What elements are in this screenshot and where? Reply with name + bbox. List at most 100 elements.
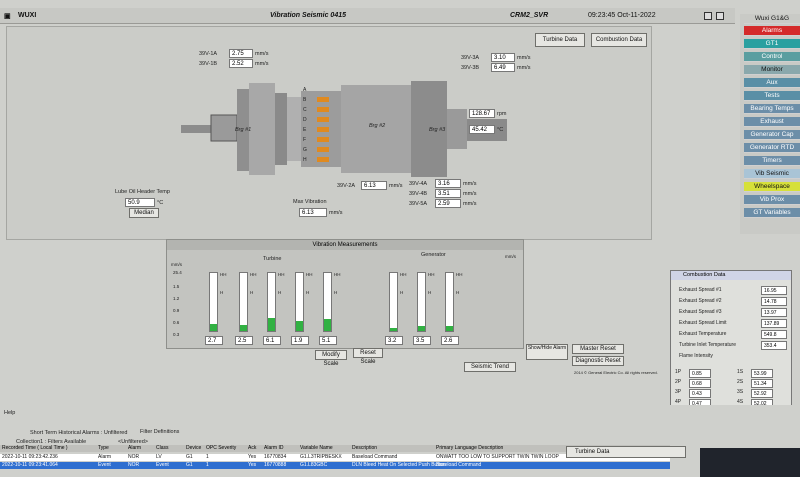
alarm-column-header[interactable]: Recorded Time ( Local Time )	[2, 445, 68, 452]
sensor-unit: mm/s	[463, 191, 477, 197]
sidebar-item-gt-variables[interactable]: GT Variables	[744, 208, 800, 218]
alarm-column-header[interactable]: OPC Severity	[206, 445, 236, 452]
sensor-value: 3.51	[435, 189, 461, 198]
sidebar-item-control[interactable]: Control	[744, 52, 800, 62]
lube-oil-title: Lube Oil Header Temp	[115, 189, 170, 195]
turbine-data-button[interactable]: Turbine Data	[535, 33, 585, 47]
stage-letter: D	[303, 117, 307, 123]
bearing-3-label: Brg #3	[429, 127, 446, 133]
alarm-column-header[interactable]: Variable Name	[300, 445, 333, 452]
vibration-value: 6.1	[263, 336, 281, 345]
vibration-bar-fill	[324, 318, 331, 331]
page-title: Vibration Seismic 0415	[270, 12, 346, 19]
reset-scale-button[interactable]: Reset Scale	[353, 348, 383, 365]
max-vibration-value: 6.13	[299, 208, 327, 217]
alarm-cell: 1	[206, 454, 209, 460]
combustion-value: 16.95	[761, 286, 787, 295]
sidebar-item-vib-prox[interactable]: Vib Prox	[744, 195, 800, 205]
turbine-data-popup[interactable]: Turbine Data	[566, 446, 686, 458]
seismic-trend-button[interactable]: Seismic Trend	[464, 362, 516, 372]
alarm-cell: DLN Bleed Heat On Selected Push Button	[352, 462, 446, 468]
modify-scale-button[interactable]: Modify Scale	[315, 350, 347, 367]
alarm-cell: G1	[186, 462, 193, 468]
sidebar-item-bearing-temps[interactable]: Bearing Temps	[744, 104, 800, 114]
h-limit-marker: H	[306, 290, 310, 295]
hmi-screen: ▣ WUXI Vibration Seismic 0415 CRM2_SVR 0…	[0, 0, 800, 477]
alarm-column-header[interactable]: Device	[186, 445, 201, 452]
datetime: 09:23:45 Oct-11-2022	[588, 12, 656, 19]
sidebar-item-gt1[interactable]: GT1	[744, 39, 800, 49]
sidebar-item-exhaust[interactable]: Exhaust	[744, 117, 800, 127]
diagnostic-reset-button[interactable]: Diagnostic Reset	[572, 356, 624, 366]
sidebar-item-timers[interactable]: Timers	[744, 156, 800, 166]
alarm-column-header[interactable]: Alarm ID	[264, 445, 283, 452]
sidebar-header: Wuxi G1&G	[744, 14, 800, 24]
help-menu[interactable]: Help	[4, 410, 15, 416]
sidebar-item-wheelspace[interactable]: Wheelspace	[744, 182, 800, 192]
alarm-column-header[interactable]: Class	[156, 445, 169, 452]
alarm-cell: Event	[98, 462, 111, 468]
sidebar-item-monitor[interactable]: Monitor	[744, 65, 800, 75]
alarm-cell: LV	[156, 454, 162, 460]
minimize-icon[interactable]	[704, 12, 712, 20]
show-hide-alarm-button[interactable]: Show/Hide Alarm	[526, 344, 568, 360]
combustion-data-window: Combustion Data Exhaust Spread #1 16.95 Ex…	[670, 270, 792, 416]
shaft-speed: 128.67	[469, 109, 495, 118]
combustion-value: 137.89	[761, 319, 787, 328]
sidebar-item-generator-rtd[interactable]: Generator RTD	[744, 143, 800, 153]
hh-limit-marker: HH	[334, 272, 341, 277]
lube-oil-unit: °C	[157, 200, 164, 206]
sensor-value: 6.13	[361, 181, 387, 190]
scale-tick: 0.6	[173, 320, 180, 325]
alarm-column-header[interactable]: Type	[98, 445, 109, 452]
alarm-column-header[interactable]: Alarm	[128, 445, 141, 452]
flame-value: 0.43	[689, 389, 711, 398]
sidebar-item-generator-cap[interactable]: Generator Cap	[744, 130, 800, 140]
sensor-label: 39V-2A	[337, 183, 356, 189]
alarm-cell: G1.L83GBC	[300, 462, 328, 468]
close-icon[interactable]	[716, 12, 724, 20]
flame-value: 51.34	[751, 379, 773, 388]
stage-letter: A	[303, 87, 307, 93]
alarm-table-row[interactable]: 2022-10-11 09:23:41.064 Event NOR Event G1 1 Y…	[0, 462, 670, 469]
flame-label: 1S	[737, 369, 744, 375]
hh-limit-marker: HH	[306, 272, 313, 277]
alarm-cell: Yes	[248, 454, 257, 460]
sidebar-item-aux[interactable]: Aux	[744, 78, 800, 88]
sensor-unit: mm/s	[517, 55, 531, 61]
median-button[interactable]: Median	[129, 208, 159, 218]
alarm-tab-short-term[interactable]: Short Term Historical Alarms : Unfiltere…	[30, 430, 127, 436]
scale-tick: 0.9	[173, 308, 180, 313]
vibration-bar-fill	[390, 327, 397, 331]
alarm-tab-filter-definitions[interactable]: Filter Definitions	[140, 429, 179, 435]
sensor-unit: mm/s	[463, 201, 477, 207]
alarm-column-header[interactable]: Ack	[248, 445, 256, 452]
sensor-unit: mm/s	[255, 51, 269, 57]
vibration-bar	[239, 272, 248, 332]
alarm-column-header[interactable]: Primary Language Description	[436, 445, 503, 452]
combustion-window-title: Combustion Data	[671, 271, 791, 280]
stage-letter: G	[303, 147, 307, 153]
alarm-cell: G1	[186, 454, 193, 460]
shaft-speed-unit: rpm	[497, 111, 507, 117]
alarm-column-header[interactable]: Description	[352, 445, 377, 452]
combustion-value: 549.8	[761, 330, 787, 339]
combustion-label: Exhaust Spread #2	[679, 298, 722, 304]
vibration-bar	[445, 272, 454, 332]
flame-value: 0.85	[689, 369, 711, 378]
sidebar-item-alarms[interactable]: Alarms	[744, 26, 800, 36]
sidebar-item-tests[interactable]: Tests	[744, 91, 800, 101]
combustion-data-button[interactable]: Combustion Data	[591, 33, 647, 47]
vibration-bar	[323, 272, 332, 332]
hh-limit-marker: HH	[400, 272, 407, 277]
navigation-sidebar: Wuxi G1&G Alarms GT1 Control Monitor Aux Test…	[740, 14, 800, 234]
vibration-value: 2.5	[235, 336, 253, 345]
alarm-cell: NOR	[128, 454, 140, 460]
master-reset-button[interactable]: Master Reset	[572, 344, 624, 354]
vibration-bar	[417, 272, 426, 332]
sensor-label: 39V-1B	[199, 61, 218, 67]
sidebar-item-vib-seismic[interactable]: Vib Seismic	[744, 169, 800, 179]
sensor-value: 6.49	[491, 63, 515, 72]
combustion-label: Exhaust Spread #1	[679, 287, 722, 293]
h-limit-marker: H	[220, 290, 224, 295]
